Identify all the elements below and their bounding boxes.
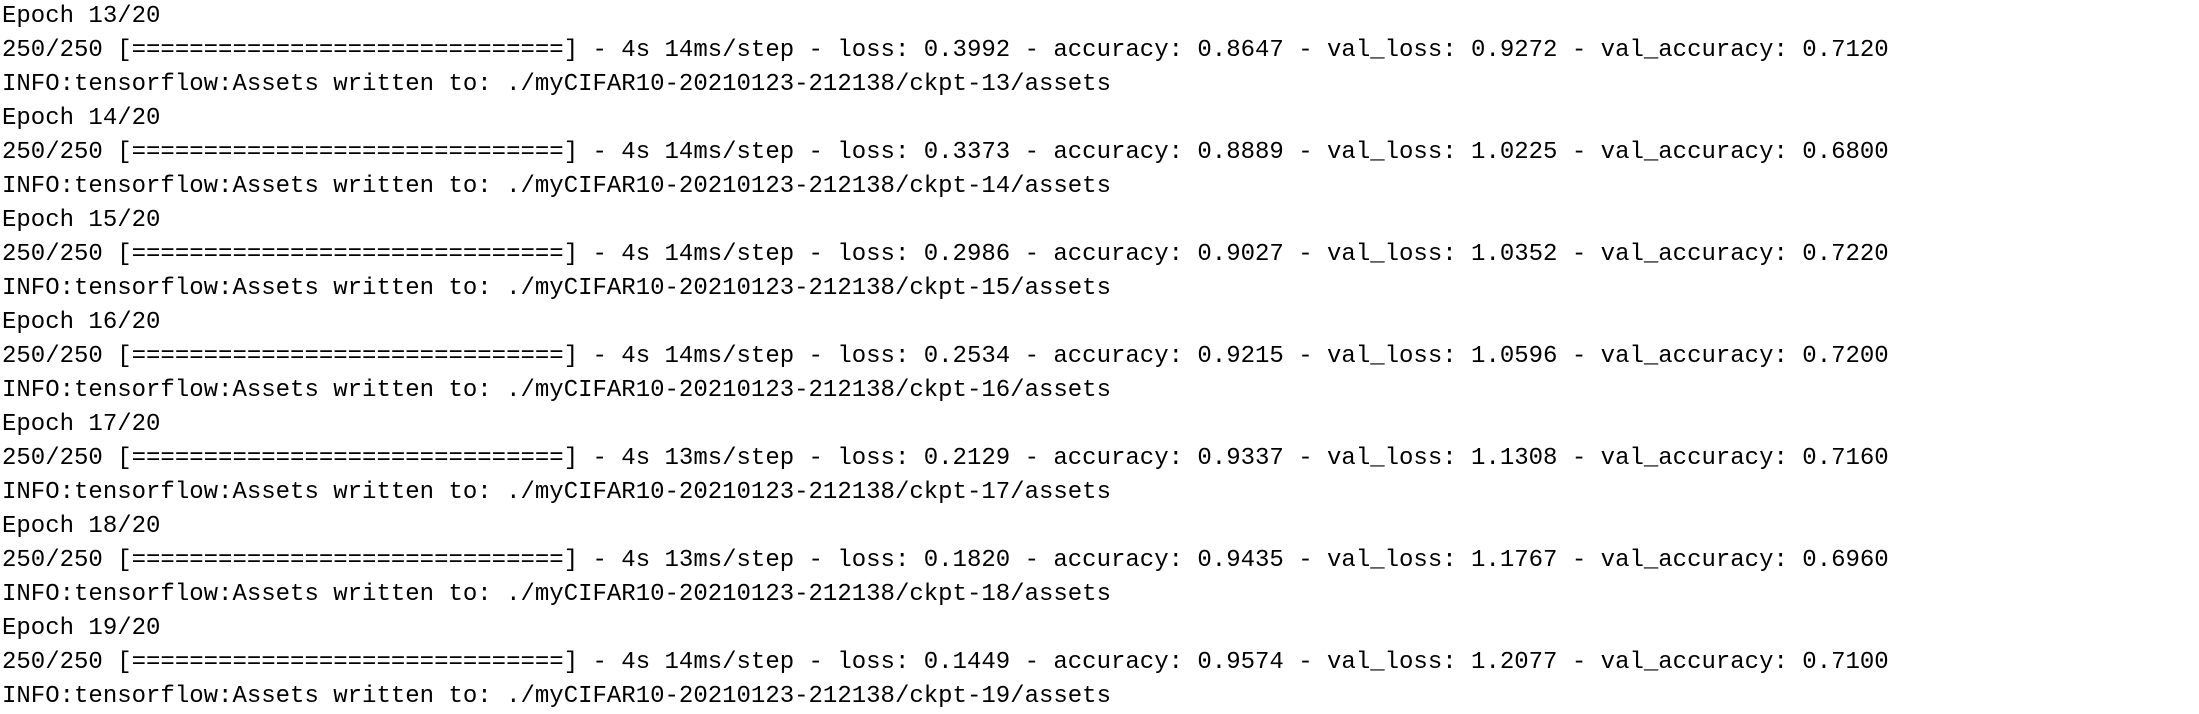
training-progress-line: 250/250 [==============================]… xyxy=(2,343,1889,370)
training-progress-line: 250/250 [==============================]… xyxy=(2,445,1889,472)
epoch-header-line: Epoch 16/20 xyxy=(2,309,161,336)
assets-info-line: INFO:tensorflow:Assets written to: ./myC… xyxy=(2,581,1111,608)
assets-info-line: INFO:tensorflow:Assets written to: ./myC… xyxy=(2,479,1111,506)
assets-info-line: INFO:tensorflow:Assets written to: ./myC… xyxy=(2,683,1111,710)
training-progress-line: 250/250 [==============================]… xyxy=(2,139,1889,166)
epoch-header-line: Epoch 13/20 xyxy=(2,3,161,30)
training-progress-line: 250/250 [==============================]… xyxy=(2,37,1889,64)
training-progress-line: 250/250 [==============================]… xyxy=(2,649,1889,676)
terminal-output: Epoch 13/20 250/250 [===================… xyxy=(0,0,2199,710)
epoch-header-line: Epoch 17/20 xyxy=(2,411,161,438)
epoch-header-line: Epoch 14/20 xyxy=(2,105,161,132)
assets-info-line: INFO:tensorflow:Assets written to: ./myC… xyxy=(2,275,1111,302)
epoch-header-line: Epoch 15/20 xyxy=(2,207,161,234)
epoch-header-line: Epoch 19/20 xyxy=(2,615,161,642)
training-progress-line: 250/250 [==============================]… xyxy=(2,547,1889,574)
epoch-header-line: Epoch 18/20 xyxy=(2,513,161,540)
training-progress-line: 250/250 [==============================]… xyxy=(2,241,1889,268)
assets-info-line: INFO:tensorflow:Assets written to: ./myC… xyxy=(2,71,1111,98)
assets-info-line: INFO:tensorflow:Assets written to: ./myC… xyxy=(2,173,1111,200)
assets-info-line: INFO:tensorflow:Assets written to: ./myC… xyxy=(2,377,1111,404)
